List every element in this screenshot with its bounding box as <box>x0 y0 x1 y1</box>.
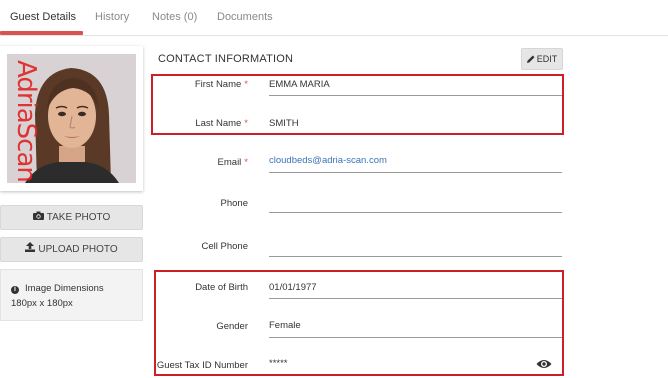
edit-label: EDIT <box>536 54 558 64</box>
gender-label: Gender <box>216 321 248 332</box>
eye-icon[interactable] <box>536 357 552 369</box>
upload-icon <box>25 238 36 261</box>
date-of-birth-field[interactable]: 01/01/1977 <box>269 282 317 293</box>
email-underline <box>269 172 562 173</box>
last-name-label-text: Last Name <box>195 118 242 129</box>
pencil-icon <box>526 50 535 70</box>
first-name-label-text: First Name <box>194 79 242 90</box>
tab-documents[interactable]: Documents <box>217 0 273 36</box>
guest-photo-card: AdriaScan <box>0 46 143 191</box>
photo-watermark: AdriaScan <box>11 60 41 182</box>
tab-history[interactable]: History <box>95 0 129 36</box>
phone-label: Phone <box>220 198 248 209</box>
date-of-birth-underline <box>269 298 562 299</box>
image-dimensions-box: i Image Dimensions 180px x 180px <box>0 269 143 321</box>
info-icon: i <box>11 286 19 294</box>
phone-underline <box>269 212 562 213</box>
tab-bar: Guest Details History Notes (0) Document… <box>0 0 668 36</box>
image-dimensions-title-text: Image Dimensions <box>25 283 104 294</box>
camera-icon <box>32 206 44 229</box>
email-label-text: Email <box>217 157 242 168</box>
take-photo-label: TAKE PHOTO <box>46 212 111 224</box>
contact-information-heading: CONTACT INFORMATION <box>158 53 294 65</box>
required-marker: * <box>244 157 248 168</box>
required-marker: * <box>244 118 248 129</box>
gender-underline <box>269 337 562 338</box>
upload-photo-label: UPLOAD PHOTO <box>38 244 118 256</box>
guest-tax-id-field[interactable]: ***** <box>269 358 288 369</box>
first-name-label: First Name * <box>195 79 248 90</box>
date-of-birth-label: Date of Birth <box>195 282 248 293</box>
guest-tax-id-label: Guest Tax ID Number <box>156 360 248 371</box>
required-marker: * <box>244 79 248 90</box>
last-name-field[interactable]: SMITH <box>269 118 299 129</box>
cell-phone-label: Cell Phone <box>201 241 248 252</box>
last-name-label: Last Name * <box>195 118 248 129</box>
tab-notes[interactable]: Notes (0) <box>152 0 197 36</box>
image-dimensions-title: i Image Dimensions <box>11 283 104 294</box>
edit-button[interactable]: EDIT <box>521 48 563 70</box>
first-name-field[interactable]: EMMA MARIA <box>269 79 330 90</box>
image-dimensions-value: 180px x 180px <box>11 298 73 309</box>
active-tab-indicator <box>0 31 83 35</box>
cell-phone-underline <box>269 256 562 257</box>
gender-field[interactable]: Female <box>269 320 301 331</box>
first-name-underline <box>269 95 562 96</box>
take-photo-button[interactable]: TAKE PHOTO <box>0 205 143 230</box>
guest-photo: AdriaScan <box>7 54 136 183</box>
email-field[interactable]: cloudbeds@adria-scan.com <box>269 155 387 166</box>
upload-photo-button[interactable]: UPLOAD PHOTO <box>0 237 143 262</box>
email-label: Email * <box>218 157 248 168</box>
